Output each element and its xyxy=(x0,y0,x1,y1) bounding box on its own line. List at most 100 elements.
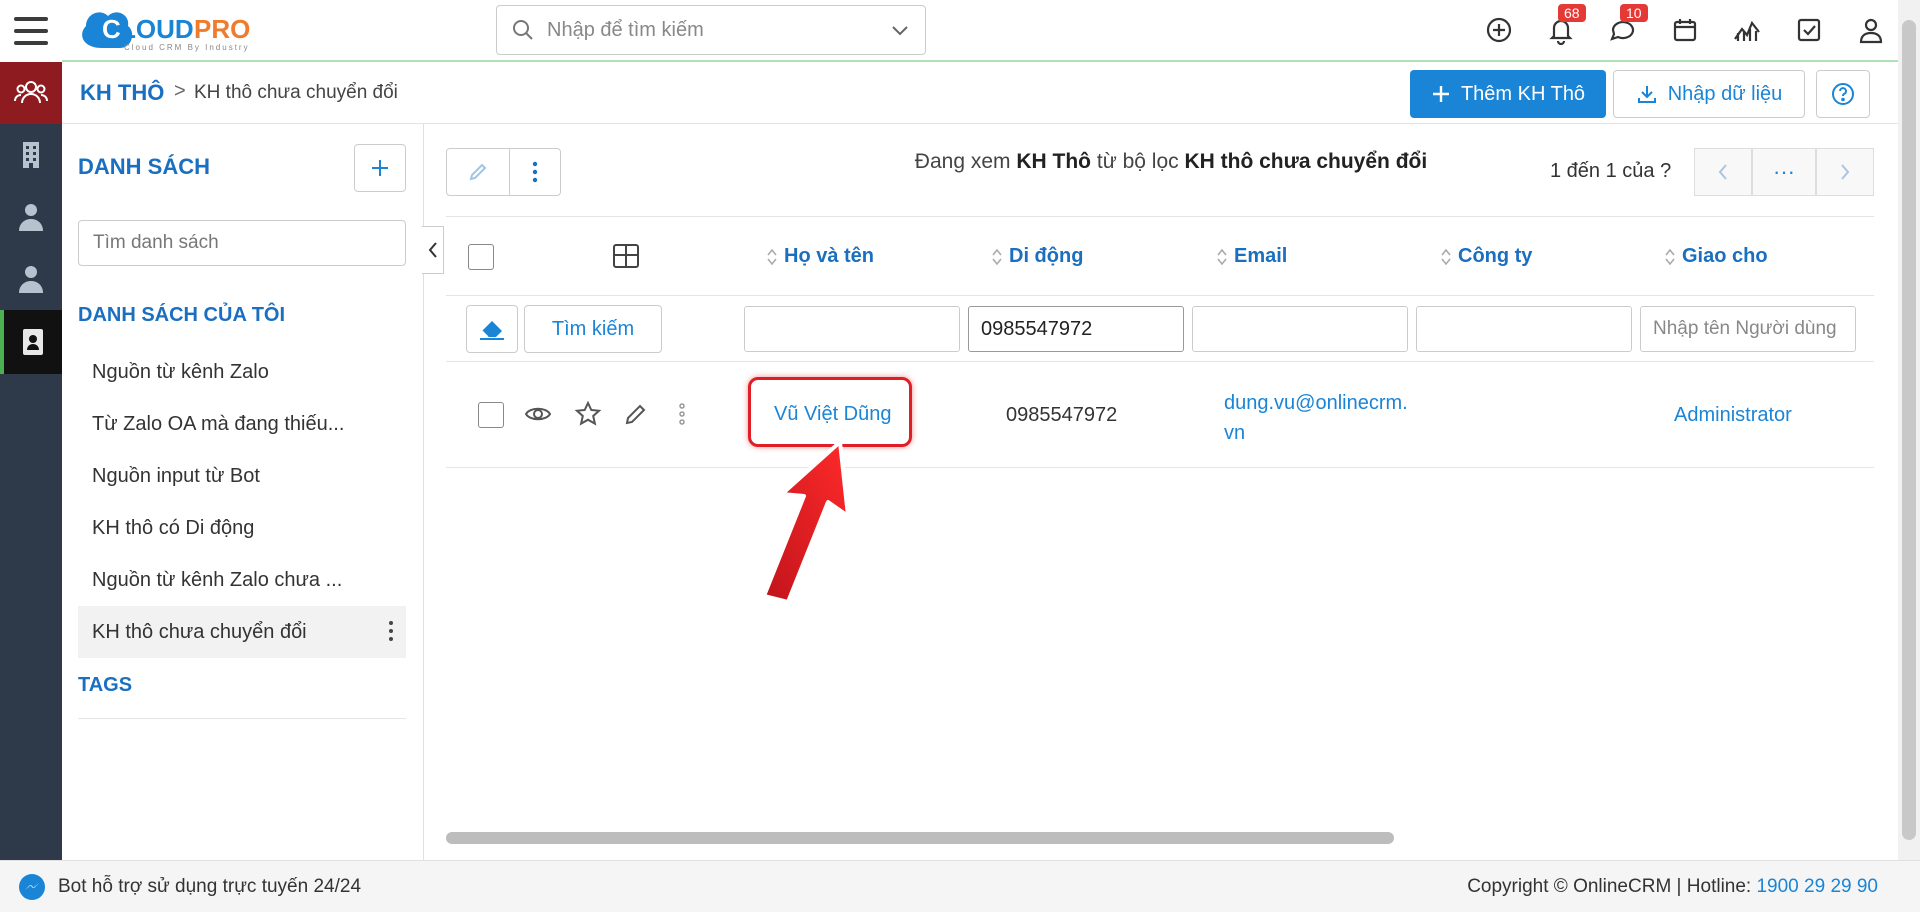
filter-name-input[interactable] xyxy=(744,306,960,352)
building-icon xyxy=(23,142,39,168)
vertical-scrollbar[interactable] xyxy=(1898,0,1920,860)
notifications-badge: 68 xyxy=(1558,4,1586,22)
kebab-menu-icon[interactable] xyxy=(388,618,394,644)
sort-icon xyxy=(767,248,777,265)
select-all-checkbox[interactable] xyxy=(468,244,494,270)
next-page-button[interactable] xyxy=(1816,148,1874,196)
column-header-full-name[interactable]: Họ và tên xyxy=(766,245,874,268)
download-icon xyxy=(1637,86,1656,103)
tags-heading: TAGS xyxy=(78,674,133,696)
column-header-assignee[interactable]: Giao cho xyxy=(1664,245,1768,268)
quick-create-button[interactable] xyxy=(1482,10,1516,50)
sidebar-list-item[interactable]: KH thô có Di động xyxy=(78,502,406,554)
filter-email-input[interactable] xyxy=(1192,306,1408,352)
rail-item-organizations[interactable] xyxy=(0,124,62,186)
import-data-button[interactable]: Nhập dữ liệu xyxy=(1613,70,1805,118)
add-list-button[interactable] xyxy=(354,144,406,192)
breadcrumb-current: KH thô chưa chuyển đổi xyxy=(194,82,398,103)
question-circle-icon xyxy=(1832,83,1854,105)
footer: Bot hỗ trợ sử dụng trực tuyến 24/24 Copy… xyxy=(0,860,1920,912)
hotline-number-link[interactable]: 1900 29 29 90 xyxy=(1756,876,1878,897)
filter-search-button[interactable]: Tìm kiếm xyxy=(524,305,662,353)
tasks-button[interactable] xyxy=(1792,10,1826,50)
sidebar-list-item[interactable]: Nguồn từ kênh Zalo chưa ... xyxy=(78,554,406,606)
rail-item-contacts[interactable] xyxy=(0,186,62,248)
list-search-input[interactable]: Tìm danh sách xyxy=(78,220,406,266)
sidebar-list-item[interactable]: Nguồn từ kênh Zalo xyxy=(78,346,406,398)
chevron-down-icon[interactable] xyxy=(889,19,911,41)
my-lists-heading: DANH SÁCH CỦA TÔI xyxy=(78,304,286,326)
calendar-button[interactable] xyxy=(1668,10,1702,50)
rail-item-users[interactable] xyxy=(0,248,62,310)
column-label: Giao cho xyxy=(1682,245,1768,267)
bot-support[interactable]: Bot hỗ trợ sử dụng trực tuyến 24/24 xyxy=(18,873,361,901)
breadcrumb-module[interactable]: KH THÔ xyxy=(80,80,164,106)
column-settings-icon[interactable] xyxy=(612,243,640,269)
column-header-email[interactable]: Email xyxy=(1216,245,1287,268)
search-input[interactable]: Nhập để tìm kiếm xyxy=(547,19,889,42)
column-header-mobile[interactable]: Di động xyxy=(991,245,1083,268)
record-email-link[interactable]: dung.vu@onlinecrm. vn xyxy=(1224,388,1408,448)
messages-button[interactable]: 10 xyxy=(1606,4,1648,50)
record-mobile[interactable]: 0985547972 xyxy=(1006,404,1117,427)
notifications-button[interactable]: 68 xyxy=(1544,4,1586,50)
column-header-company[interactable]: Công ty xyxy=(1440,245,1532,268)
svg-text:C: C xyxy=(102,14,121,44)
messages-badge: 10 xyxy=(1620,4,1648,22)
pagination-range: 1 đến 1 của xyxy=(1550,160,1655,182)
import-data-label: Nhập dữ liệu xyxy=(1667,82,1783,105)
record-assignee-link[interactable]: Administrator xyxy=(1674,404,1792,427)
user-profile-button[interactable] xyxy=(1854,10,1888,50)
calendar-icon xyxy=(1673,19,1697,42)
horizontal-scroll-thumb[interactable] xyxy=(446,832,1394,844)
kebab-menu-icon[interactable] xyxy=(678,402,686,426)
filter-mobile-input[interactable]: 0985547972 xyxy=(968,306,1184,352)
rail-item-leads[interactable] xyxy=(0,62,62,124)
prev-page-button[interactable] xyxy=(1694,148,1752,196)
sidebar-list-item[interactable]: Nguồn input từ Bot xyxy=(78,450,406,502)
cloudpro-logo[interactable]: C LOUD PRO Cloud CRM By Industry xyxy=(72,4,302,54)
table-row[interactable]: Vũ Việt Dũng 0985547972 dung.vu@onlinecr… xyxy=(446,362,1874,468)
records-table: Họ và tên Di động Email Công ty Giao cho xyxy=(446,216,1874,468)
sort-icon xyxy=(992,248,1002,265)
hamburger-menu-icon[interactable] xyxy=(0,0,62,62)
sidebar-list-item[interactable]: Từ Zalo OA mà đang thiếu... xyxy=(78,398,406,450)
add-lead-label: Thêm KH Thô xyxy=(1460,82,1586,105)
pagination-total-unknown[interactable]: ? xyxy=(1660,160,1671,182)
star-icon[interactable] xyxy=(574,400,602,428)
record-name-link[interactable]: Vũ Việt Dũng xyxy=(774,403,892,426)
filter-assignee-input[interactable]: Nhập tên Người dùng xyxy=(1640,306,1856,352)
chevron-left-icon xyxy=(1718,164,1727,180)
chevron-right-icon xyxy=(1841,164,1850,180)
plus-circle-icon xyxy=(1486,17,1512,43)
horizontal-scrollbar[interactable] xyxy=(446,832,1874,844)
viewing-prefix: Đang xem xyxy=(914,150,1011,173)
eye-icon[interactable] xyxy=(524,402,552,426)
column-label: Họ và tên xyxy=(784,245,875,267)
vertical-scroll-thumb[interactable] xyxy=(1902,20,1916,840)
hotline-label: Hotline: xyxy=(1686,875,1752,897)
help-button[interactable] xyxy=(1816,70,1870,118)
breadcrumb-separator: > xyxy=(174,80,186,102)
add-lead-button[interactable]: Thêm KH Thô xyxy=(1410,70,1606,118)
collapse-sidebar-button[interactable] xyxy=(422,226,444,274)
sort-icon xyxy=(1217,248,1227,265)
filter-row: Tìm kiếm 0985547972 Nhập tên Người dùng xyxy=(446,296,1874,362)
column-label: Email xyxy=(1234,245,1288,267)
page-jump-button[interactable]: ··· xyxy=(1752,148,1816,196)
reports-button[interactable] xyxy=(1730,10,1764,50)
pencil-icon[interactable] xyxy=(624,402,648,426)
sidebar-list-item-active[interactable]: KH thô chưa chuyển đổi xyxy=(78,606,406,658)
global-search[interactable]: Nhập để tìm kiếm xyxy=(496,5,926,55)
top-bar: C LOUD PRO Cloud CRM By Industry Nhập để… xyxy=(62,0,1898,62)
rail-item-contact-card[interactable] xyxy=(0,310,62,374)
pagination-controls: ··· xyxy=(1694,148,1874,196)
filter-company-input[interactable] xyxy=(1416,306,1632,352)
messenger-icon xyxy=(19,873,45,900)
footer-copyright: Copyright © OnlineCRM | Hotline: 1900 29… xyxy=(1467,875,1878,897)
search-icon xyxy=(513,20,533,40)
table-header: Họ và tên Di động Email Công ty Giao cho xyxy=(446,216,1874,296)
clear-filters-button[interactable] xyxy=(466,305,518,353)
row-checkbox[interactable] xyxy=(478,402,504,428)
plus-icon xyxy=(1432,86,1449,102)
